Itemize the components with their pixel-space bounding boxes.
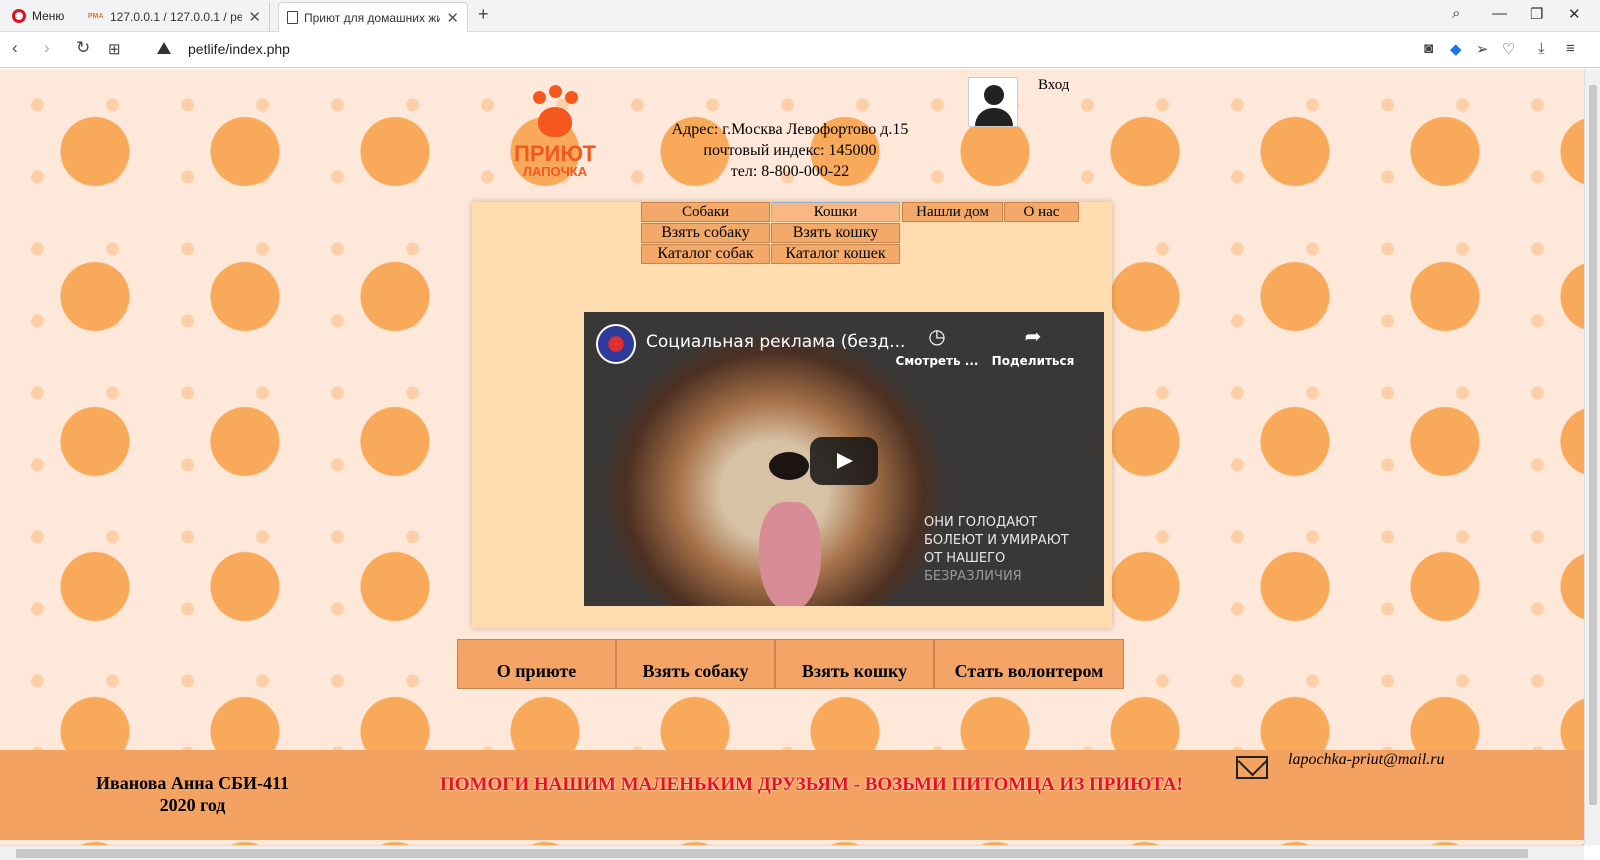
sidebar-toggle-icon[interactable]: ≡	[1566, 40, 1575, 57]
play-button[interactable]	[810, 437, 878, 485]
menu-label: Меню	[32, 9, 65, 23]
caption-line: ОНИ ГОЛОДАЮТ	[924, 515, 1038, 530]
horizontal-scrollbar[interactable]	[0, 845, 1584, 860]
download-icon[interactable]: ⤓	[1538, 40, 1545, 57]
clock-icon: ◷	[928, 324, 946, 348]
youtube-video-player[interactable]: Социальная реклама (безд... ◷ Смотреть .…	[584, 312, 1104, 606]
submenu-dog-catalog[interactable]: Каталог собак	[641, 244, 770, 264]
take-dog-button[interactable]: Взять собаку	[616, 639, 775, 689]
share-button[interactable]: ➦ Поделиться	[988, 324, 1078, 368]
camera-icon[interactable]: ◙	[1424, 40, 1433, 57]
about-shelter-button[interactable]: О приюте	[457, 639, 616, 689]
envelope-icon	[1236, 756, 1268, 779]
scroll-thumb[interactable]	[1589, 85, 1597, 805]
postal-code: почтовый индекс: 145000	[703, 142, 877, 159]
dog-thumbnail	[604, 332, 944, 606]
caption-line: БЕЗРАЗЛИЧИЯ	[924, 569, 1022, 584]
watch-later-button[interactable]: ◷ Смотреть ...	[892, 324, 982, 368]
phone-number: тел: 8-800-000-22	[730, 163, 850, 180]
page-viewport: ПРИЮТ ЛАПОЧКА Адрес: г.Москва Левофортов…	[0, 69, 1584, 845]
nav-found-home[interactable]: Нашли дом	[902, 202, 1003, 222]
submenu-take-dog[interactable]: Взять собаку	[641, 223, 770, 243]
logo-subtitle: ЛАПОЧКА	[522, 164, 588, 179]
video-caption: ОНИ ГОЛОДАЮТ БОЛЕЮТ И УМИРАЮТ ОТ НАШЕГО …	[924, 514, 1069, 586]
send-icon[interactable]: ➢	[1476, 40, 1489, 58]
close-tab-icon[interactable]: ✕	[248, 8, 261, 26]
back-icon[interactable]: ‹	[12, 38, 18, 58]
login-link[interactable]: Вход	[1038, 77, 1069, 94]
paw-toe-icon	[533, 91, 546, 104]
channel-avatar[interactable]	[596, 324, 636, 364]
watch-later-label: Смотреть ...	[895, 354, 979, 368]
submenu-cat-catalog[interactable]: Каталог кошек	[771, 244, 900, 264]
scroll-thumb[interactable]	[16, 849, 1528, 858]
document-icon	[287, 11, 298, 24]
take-cat-button[interactable]: Взять кошку	[775, 639, 934, 689]
contact-info: Адрес: г.Москва Левофортово д.15 почтовы…	[640, 119, 940, 182]
share-label: Поделиться	[991, 354, 1075, 368]
heart-icon[interactable]: ♡	[1502, 40, 1515, 58]
paw-icon	[538, 107, 572, 137]
shelter-logo[interactable]: ПРИЮТ ЛАПОЧКА	[505, 77, 605, 179]
reload-icon[interactable]: ↻	[76, 38, 90, 58]
minimize-icon[interactable]: —	[1492, 5, 1507, 22]
footer-year: 2020 год	[159, 795, 226, 815]
footer-slogan: ПОМОГИ НАШИМ МАЛЕНЬКИМ ДРУЗЬЯМ - ВОЗЬМИ …	[440, 774, 1183, 795]
shield-icon[interactable]: ◆	[1450, 40, 1462, 58]
user-avatar-icon[interactable]	[968, 77, 1018, 127]
close-window-icon[interactable]: ✕	[1568, 5, 1581, 23]
video-title[interactable]: Социальная реклама (безд...	[646, 332, 905, 352]
logo-title: ПРИЮТ	[514, 141, 596, 166]
author-name: Иванова Анна СБИ-411	[95, 773, 289, 793]
restore-icon[interactable]: ❐	[1530, 5, 1543, 23]
footer: Иванова Анна СБИ-411 2020 год ПОМОГИ НАШ…	[0, 750, 1584, 840]
url-input[interactable]: petlife/index.php	[188, 41, 290, 57]
vertical-scrollbar[interactable]	[1584, 69, 1600, 845]
tab-title: Приют для домашних жив	[304, 10, 441, 25]
share-icon: ➦	[1024, 324, 1042, 348]
address-bar: ‹ › ↻ ⊞ petlife/index.php ◙ ◆ ➢ ♡ ⤓ ≡	[0, 32, 1600, 68]
browser-tab-shelter[interactable]: Приют для домашних жив ✕	[278, 2, 468, 32]
footer-author: Иванова Анна СБИ-411 2020 год	[80, 772, 305, 816]
close-tab-icon[interactable]: ✕	[446, 9, 459, 27]
paw-toe-icon	[549, 85, 562, 98]
submenu-take-cat[interactable]: Взять кошку	[771, 223, 900, 243]
caption-line: ОТ НАШЕГО	[924, 551, 1006, 566]
not-secure-icon[interactable]	[157, 42, 171, 54]
dog-nose	[769, 452, 809, 480]
opera-menu-button[interactable]: Меню	[0, 0, 76, 32]
nav-dogs[interactable]: Собаки	[641, 202, 770, 222]
footer-email-link[interactable]: lapochka-priut@mail.ru	[1288, 751, 1444, 769]
forward-icon[interactable]: ›	[44, 38, 50, 58]
tab-title: 127.0.0.1 / 127.0.0.1 / pet /	[110, 10, 243, 24]
nav-about[interactable]: О нас	[1004, 202, 1079, 222]
avatar-head	[984, 85, 1004, 105]
browser-tab-bar: Меню PMA 127.0.0.1 / 127.0.0.1 / pet / ✕…	[0, 0, 1600, 32]
nav-cats[interactable]: Кошки	[771, 202, 900, 222]
search-icon[interactable]: ⌕	[1452, 5, 1460, 22]
browser-tab-phpmyadmin[interactable]: PMA 127.0.0.1 / 127.0.0.1 / pet / ✕	[80, 2, 270, 32]
caption-line: БОЛЕЮТ И УМИРАЮТ	[924, 533, 1069, 548]
phpmyadmin-icon: PMA	[88, 13, 104, 20]
paw-toe-icon	[565, 91, 578, 104]
new-tab-icon[interactable]: +	[478, 4, 489, 25]
address-text: Адрес: г.Москва Левофортово д.15	[671, 121, 909, 138]
speed-dial-icon[interactable]: ⊞	[108, 40, 121, 58]
dog-tongue	[759, 502, 821, 606]
volunteer-button[interactable]: Стать волонтером	[934, 639, 1124, 689]
opera-logo-icon	[12, 9, 26, 23]
avatar-body	[975, 108, 1013, 126]
